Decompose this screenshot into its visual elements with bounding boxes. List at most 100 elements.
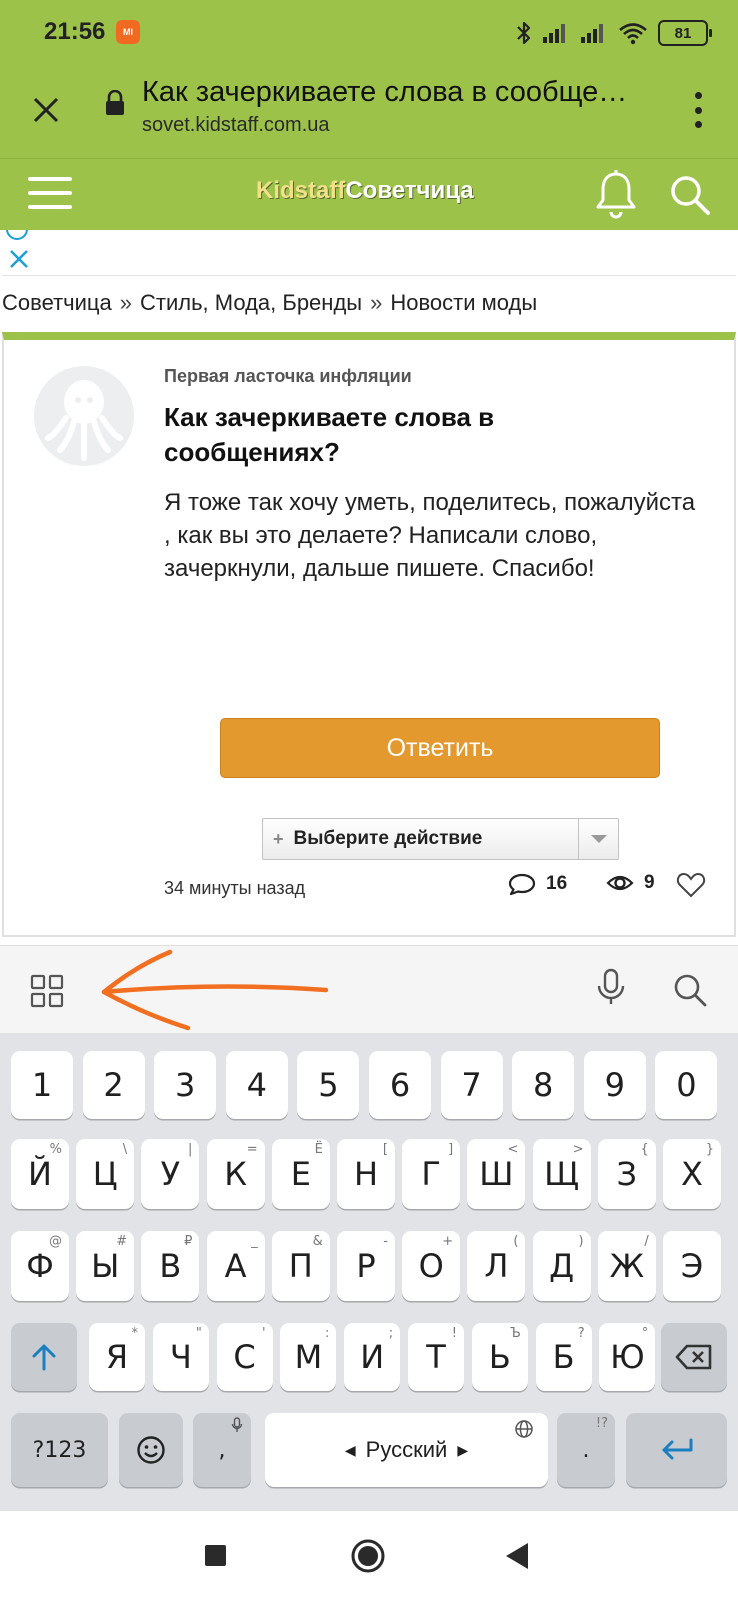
key-row2-7[interactable]: Л( bbox=[467, 1231, 526, 1301]
comma-key-label: , bbox=[218, 1437, 226, 1463]
ad-close-icon[interactable] bbox=[8, 248, 30, 270]
key-digits-1[interactable]: 2 bbox=[82, 1051, 145, 1119]
key-hint: # bbox=[116, 1234, 128, 1249]
period-key[interactable]: . !? bbox=[557, 1413, 615, 1487]
symbols-key[interactable]: ?123 bbox=[11, 1413, 108, 1487]
key-digits-7[interactable]: 8 bbox=[512, 1051, 575, 1119]
comma-key[interactable]: , bbox=[193, 1413, 251, 1487]
action-dropdown[interactable]: + Выберите действие bbox=[262, 818, 619, 860]
breadcrumb-item-fashion-news[interactable]: Новости моды bbox=[390, 290, 537, 315]
key-row3-0[interactable]: Я * bbox=[89, 1323, 145, 1391]
key-label: Л bbox=[484, 1247, 509, 1285]
key-label: Г bbox=[421, 1155, 441, 1193]
avatar[interactable] bbox=[34, 366, 134, 466]
lock-icon bbox=[106, 90, 124, 115]
key-digits-9[interactable]: 0 bbox=[655, 1051, 718, 1119]
signal-icon-2 bbox=[581, 24, 603, 43]
key-row2-2[interactable]: В ₽ bbox=[141, 1231, 200, 1301]
key-digits-8[interactable]: 9 bbox=[583, 1051, 646, 1119]
key-row2-8[interactable]: Д) bbox=[532, 1231, 591, 1301]
back-button[interactable] bbox=[504, 1541, 530, 1571]
emoji-key[interactable] bbox=[119, 1413, 183, 1487]
key-row2-6[interactable]: О + bbox=[402, 1231, 461, 1301]
site-header: KidstaffСоветчица bbox=[0, 158, 738, 230]
key-row2-1[interactable]: Ы # bbox=[76, 1231, 135, 1301]
key-row3-1[interactable]: Ч " bbox=[152, 1323, 209, 1391]
space-key[interactable]: ◀ Русский ▶ bbox=[265, 1413, 548, 1487]
enter-key[interactable] bbox=[626, 1413, 727, 1487]
key-row1-4[interactable]: ЕЁ bbox=[271, 1139, 330, 1209]
key-row1-9[interactable]: З{ bbox=[597, 1139, 656, 1209]
breadcrumb-item-style[interactable]: Стиль, Мода, Бренды bbox=[140, 290, 362, 315]
page-url[interactable]: sovet.kidstaff.com.ua bbox=[142, 114, 330, 137]
key-row2-9[interactable]: Ж / bbox=[597, 1231, 656, 1301]
post-topic[interactable]: Первая ласточка инфляции bbox=[164, 366, 412, 387]
key-digits-0[interactable]: 1 bbox=[11, 1051, 73, 1119]
key-row2-5[interactable]: Р- bbox=[337, 1231, 395, 1301]
ad-banner[interactable] bbox=[2, 230, 736, 276]
key-row1-8[interactable]: Щ > bbox=[532, 1139, 591, 1209]
key-digits-4[interactable]: 5 bbox=[297, 1051, 360, 1119]
key-label: С bbox=[233, 1338, 256, 1376]
key-hint: ; bbox=[388, 1326, 394, 1341]
key-digits-6[interactable]: 7 bbox=[440, 1051, 503, 1119]
mic-hint-icon bbox=[231, 1417, 243, 1432]
bluetooth-icon bbox=[517, 21, 531, 45]
key-row2-0[interactable]: Ф @ bbox=[11, 1231, 69, 1301]
apps-grid-icon[interactable] bbox=[30, 974, 64, 1008]
key-row3-2[interactable]: С ' bbox=[216, 1323, 273, 1391]
key-row1-3[interactable]: К = bbox=[206, 1139, 265, 1209]
browser-menu-button[interactable] bbox=[688, 88, 708, 132]
notification-bell-icon[interactable] bbox=[592, 169, 640, 221]
key-row1-1[interactable]: Ц \ bbox=[76, 1139, 135, 1209]
wifi-icon bbox=[619, 23, 647, 45]
key-row1-10[interactable]: Х} bbox=[663, 1139, 721, 1209]
key-label: 1 bbox=[31, 1066, 53, 1104]
heart-icon[interactable] bbox=[676, 870, 706, 900]
key-row3-8[interactable]: Ю ° bbox=[599, 1323, 656, 1391]
key-row3-7[interactable]: Б? bbox=[535, 1323, 592, 1391]
key-digits-3[interactable]: 4 bbox=[225, 1051, 288, 1119]
key-row1-0[interactable]: Й% bbox=[11, 1139, 69, 1209]
key-row1-5[interactable]: Н[ bbox=[337, 1139, 395, 1209]
keyboard-search-icon[interactable] bbox=[672, 972, 708, 1008]
key-row2-10[interactable]: Э bbox=[663, 1231, 721, 1301]
enter-icon bbox=[662, 1438, 692, 1460]
key-digits-5[interactable]: 6 bbox=[369, 1051, 431, 1119]
microphone-icon[interactable] bbox=[594, 968, 628, 1008]
key-row1-7[interactable]: Ш < bbox=[467, 1139, 526, 1209]
key-label: Н bbox=[353, 1155, 379, 1193]
comments-count[interactable]: 16 bbox=[508, 872, 567, 896]
backspace-key[interactable] bbox=[661, 1323, 727, 1391]
key-label: У bbox=[160, 1155, 181, 1193]
key-hint: / bbox=[644, 1234, 649, 1249]
key-row1-2[interactable]: У | bbox=[141, 1139, 200, 1209]
site-logo[interactable]: KidstaffСоветчица bbox=[256, 177, 474, 205]
key-row3-3[interactable]: М: bbox=[280, 1323, 337, 1391]
breadcrumb-item-sovetchitsa[interactable]: Советчица bbox=[2, 290, 112, 315]
keyboard: 1234567890 Й% Ц \ У | К = Е Ё Н[Г] Ш < Щ > З{Х} Ф @ Ы # В ₽… bbox=[0, 1033, 738, 1511]
recents-button[interactable] bbox=[205, 1545, 226, 1566]
shift-key[interactable] bbox=[11, 1323, 77, 1391]
page-title[interactable]: Как зачеркиваете слова в сообще… bbox=[142, 76, 662, 109]
key-hint: ) bbox=[578, 1234, 584, 1249]
key-row3-6[interactable]: ЬЪ bbox=[471, 1323, 528, 1391]
key-row2-4[interactable]: П & bbox=[271, 1231, 330, 1301]
key-row1-6[interactable]: Г] bbox=[402, 1139, 461, 1209]
key-label: Ц bbox=[92, 1155, 118, 1193]
key-digits-2[interactable]: 3 bbox=[154, 1051, 217, 1119]
hamburger-menu-icon[interactable] bbox=[28, 173, 72, 213]
home-button[interactable] bbox=[350, 1538, 386, 1574]
close-tab-button[interactable] bbox=[22, 86, 70, 134]
key-label: Э bbox=[680, 1247, 704, 1285]
reply-button[interactable]: Ответить bbox=[220, 718, 660, 778]
key-label: З bbox=[616, 1155, 638, 1193]
key-row3-5[interactable]: Т! bbox=[408, 1323, 464, 1391]
key-row3-4[interactable]: И; bbox=[344, 1323, 401, 1391]
key-row2-3[interactable]: А _ bbox=[206, 1231, 265, 1301]
comment-icon bbox=[508, 873, 536, 896]
key-label: В bbox=[159, 1247, 182, 1285]
key-hint: ! bbox=[451, 1326, 457, 1341]
site-search-icon[interactable] bbox=[668, 173, 712, 217]
ad-info-icon[interactable] bbox=[6, 230, 28, 240]
